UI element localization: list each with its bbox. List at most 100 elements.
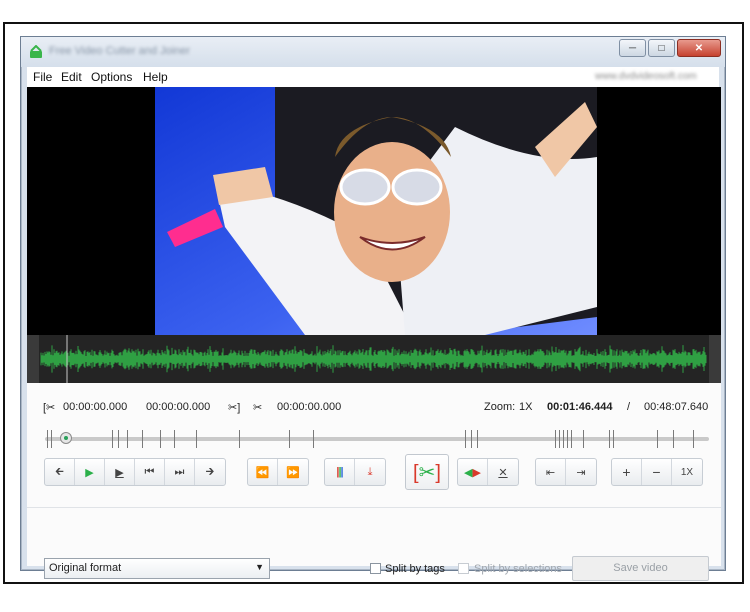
marker-tick	[174, 430, 175, 448]
end-time[interactable]: 00:00:00.000	[146, 401, 210, 413]
marker-tick	[313, 430, 314, 448]
marker-tick	[142, 430, 143, 448]
cut-button[interactable]: [✂]	[405, 454, 449, 490]
marker-tick	[559, 430, 560, 448]
marker-tick	[239, 430, 240, 448]
zoom-out-button[interactable]: −	[642, 459, 672, 485]
insert-marker-button[interactable]: ⤓	[355, 459, 385, 485]
marker-tick	[51, 430, 52, 448]
marker-tick	[465, 430, 466, 448]
fast-forward-icon: ⏩	[286, 466, 300, 479]
go-end-button[interactable]: ⇥	[566, 459, 596, 485]
marker-nav-controls: ⏪ ⏩	[247, 458, 309, 486]
marker-tick	[289, 430, 290, 448]
selection-cut-icon[interactable]: ✂	[253, 401, 262, 414]
scissors-icon: [✂]	[413, 461, 441, 484]
marker-tick	[613, 430, 614, 448]
marker-tick	[471, 430, 472, 448]
menu-options[interactable]: Options	[91, 70, 132, 84]
video-preview[interactable]	[27, 87, 721, 335]
plus-icon: +	[622, 464, 631, 480]
audio-waveform[interactable]	[27, 335, 721, 383]
timeline-slider[interactable]	[45, 427, 709, 451]
go-start-button[interactable]: ⇤	[536, 459, 566, 485]
menu-file[interactable]: File	[33, 70, 52, 84]
current-time: 00:01:46.444	[547, 401, 613, 413]
playback-controls: 🡰 ▶ ▶ ⏮ ⏭ 🡲	[44, 458, 226, 486]
app-icon	[30, 45, 42, 58]
prev-marker-button[interactable]: ⏪	[248, 459, 278, 485]
zoom-value: 1X	[519, 401, 533, 413]
marker-tick	[477, 430, 478, 448]
marker-tick	[571, 430, 572, 448]
marker-tick	[673, 430, 674, 448]
marker-tick	[693, 430, 694, 448]
step-forward-icon: ⏭	[174, 465, 185, 478]
marker-tick	[657, 430, 658, 448]
menu-bar: File Edit Options Help www.dvdvideosoft.…	[27, 67, 719, 87]
set-end-icon[interactable]: ✂]	[228, 401, 240, 414]
select-range-button[interactable]: ◀▶	[458, 459, 488, 485]
clear-selection-button[interactable]: ✕	[488, 459, 518, 485]
next-marker-button[interactable]: ⏩	[278, 459, 308, 485]
next-frame-button[interactable]: ⏭	[165, 459, 195, 485]
close-button[interactable]: ✕	[677, 39, 721, 57]
marker-controls: ||| ⤓	[324, 458, 386, 486]
edge-nav-controls: ⇤ ⇥	[535, 458, 597, 486]
minus-icon: −	[652, 464, 661, 480]
forward-button[interactable]: 🡲	[195, 459, 225, 485]
skip-to-end-icon: ⇥	[576, 466, 586, 479]
prev-frame-button[interactable]: ⏮	[135, 459, 165, 485]
back-button[interactable]: 🡰	[45, 459, 75, 485]
minimize-button[interactable]: ─	[619, 39, 646, 57]
save-video-button[interactable]: Save video	[572, 556, 709, 581]
title-bar[interactable]: Free Video Cutter and Joiner ─ □ ✕	[21, 37, 725, 67]
add-markers-button[interactable]: |||	[325, 459, 355, 485]
play-selection-icon: ▶	[115, 466, 124, 479]
control-panel: [✂ 00:00:00.000 00:00:00.000 ✂] ✂ 00:00:…	[27, 383, 721, 581]
menu-edit[interactable]: Edit	[61, 70, 82, 84]
clear-icon: ✕	[498, 466, 508, 479]
marker-tick	[555, 430, 556, 448]
step-back-icon: ⏮	[144, 465, 155, 478]
skip-to-start-icon: ⇤	[545, 466, 556, 479]
format-dropdown[interactable]: Original format ▼	[44, 558, 270, 579]
arrow-right-icon: 🡲	[205, 465, 215, 478]
video-frame-image	[155, 87, 597, 335]
marker-tick	[567, 430, 568, 448]
window-title: Free Video Cutter and Joiner	[49, 45, 191, 57]
play-icon: ▶	[85, 466, 94, 479]
play-button[interactable]: ▶	[75, 459, 105, 485]
marker-tick	[583, 430, 584, 448]
waveform-path	[40, 345, 707, 373]
selection-time: 00:00:00.000	[277, 401, 342, 413]
marker-tick	[127, 430, 128, 448]
timeline-handle[interactable]	[60, 432, 72, 444]
split-by-selections-checkbox[interactable]	[458, 563, 469, 574]
zoom-reset-button[interactable]: 1X	[672, 459, 702, 485]
play-selection-button[interactable]: ▶	[105, 459, 135, 485]
marker-tick	[118, 430, 119, 448]
zoom-in-button[interactable]: +	[612, 459, 642, 485]
download-marker-icon: ⤓	[367, 465, 373, 478]
time-separator: /	[627, 401, 631, 413]
website-link[interactable]: www.dvdvideosoft.com	[595, 71, 713, 83]
menu-help[interactable]: Help	[143, 70, 168, 84]
marker-tick	[196, 430, 197, 448]
panel-divider	[27, 507, 721, 508]
maximize-button[interactable]: □	[648, 39, 675, 57]
zoom-label: Zoom:	[484, 401, 516, 413]
split-by-tags-label[interactable]: Split by tags	[385, 563, 445, 575]
start-time[interactable]: 00:00:00.000	[63, 401, 127, 413]
marker-tick	[160, 430, 161, 448]
select-range-icon: ◀▶	[464, 466, 481, 479]
zoom-controls: + − 1X	[611, 458, 703, 486]
format-value: Original format	[49, 562, 122, 574]
markers-icon: |||	[336, 466, 343, 478]
set-start-icon[interactable]: [✂	[43, 401, 55, 414]
split-by-selections-label[interactable]: Split by selections	[474, 563, 562, 575]
app-window: Free Video Cutter and Joiner ─ □ ✕ File …	[20, 36, 726, 581]
total-time: 00:48:07.640	[644, 401, 709, 413]
split-by-tags-checkbox[interactable]	[370, 563, 381, 574]
marker-tick	[609, 430, 610, 448]
